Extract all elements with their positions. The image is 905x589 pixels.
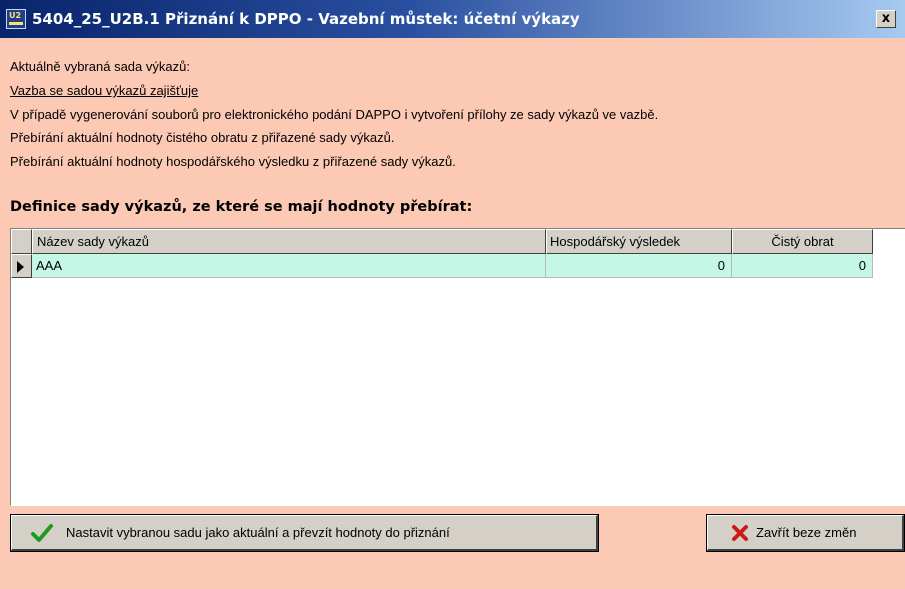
window-title: 5404_25_U2B.1 Přiznání k DPPO - Vazební …	[32, 10, 580, 28]
binding-info-generation: V případě vygenerování souborů pro elekt…	[10, 107, 659, 122]
current-set-label: Aktuálně vybraná sada výkazů:	[10, 59, 190, 74]
row-indicator[interactable]	[11, 254, 32, 278]
apply-set-label: Nastavit vybranou sadu jako aktuální a p…	[66, 525, 450, 540]
close-without-changes-button[interactable]: Zavřít beze změn	[706, 514, 905, 552]
binding-info-result: Přebírání aktuální hodnoty hospodářského…	[10, 154, 456, 169]
column-header-turnover[interactable]: Čistý obrat	[732, 229, 873, 254]
app-icon: U2	[6, 9, 26, 29]
row-pointer-icon	[17, 261, 24, 273]
report-sets-grid[interactable]: Název sady výkazů Hospodářský výsledek Č…	[10, 228, 905, 506]
section-title: Definice sady výkazů, ze které se mají h…	[10, 199, 473, 215]
column-header-name[interactable]: Název sady výkazů	[32, 229, 546, 254]
header-indicator	[11, 229, 32, 254]
cell-turnover[interactable]: 0	[732, 254, 873, 278]
x-icon	[730, 523, 750, 546]
title-bar[interactable]: U2 5404_25_U2B.1 Přiznání k DPPO - Vazeb…	[0, 0, 905, 38]
grid-header: Název sady výkazů Hospodářský výsledek Č…	[11, 229, 873, 254]
binding-info-link[interactable]: Vazba se sadou výkazů zajišťuje	[10, 82, 198, 100]
apply-set-button[interactable]: Nastavit vybranou sadu jako aktuální a p…	[10, 514, 599, 552]
check-icon	[30, 521, 54, 548]
dialog-window: U2 5404_25_U2B.1 Přiznání k DPPO - Vazeb…	[0, 0, 905, 589]
table-row[interactable]: AAA 0 0	[11, 254, 873, 278]
close-window-button[interactable]: x	[876, 10, 896, 28]
binding-info-turnover: Přebírání aktuální hodnoty čistého obrat…	[10, 130, 395, 145]
cell-result[interactable]: 0	[546, 254, 732, 278]
column-header-result[interactable]: Hospodářský výsledek	[546, 229, 732, 254]
close-without-changes-label: Zavřít beze změn	[756, 525, 857, 540]
cell-name[interactable]: AAA	[32, 254, 546, 278]
